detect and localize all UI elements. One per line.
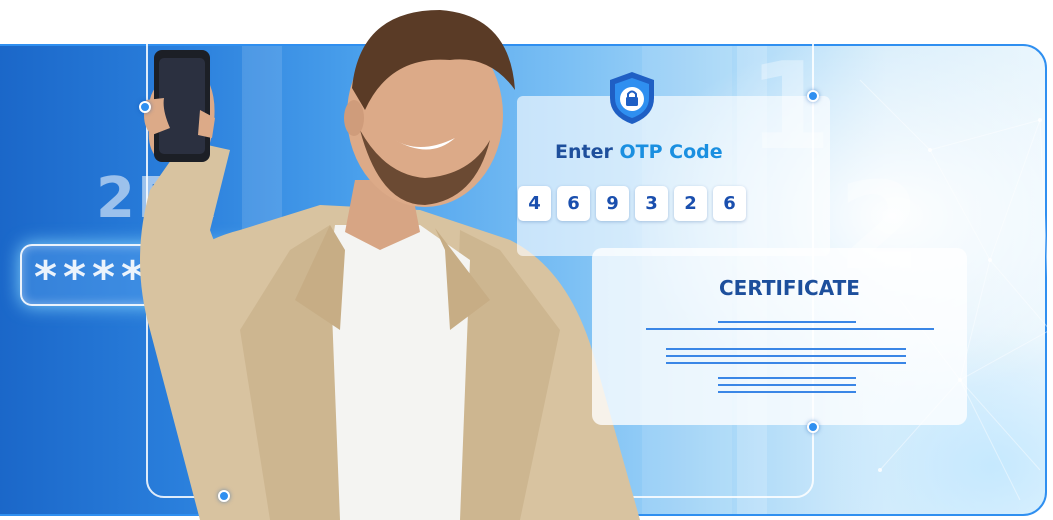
certificate-line <box>666 348 906 350</box>
certificate-line <box>666 355 906 357</box>
man-holding-phone-illustration <box>140 10 640 520</box>
otp-title-prefix: Enter <box>555 141 620 163</box>
otp-digit: 2 <box>674 186 707 221</box>
otp-digits: 4 6 9 3 2 6 <box>518 186 746 221</box>
connector-dot <box>139 101 151 113</box>
certificate-line <box>718 377 856 379</box>
connector-dot <box>807 90 819 102</box>
hero-banner: 1 2 2FA ****** <box>0 0 1053 520</box>
otp-digit: 6 <box>713 186 746 221</box>
otp-card <box>517 96 830 256</box>
connector-dot <box>807 421 819 433</box>
otp-digit: 9 <box>596 186 629 221</box>
otp-digit: 4 <box>518 186 551 221</box>
otp-title: Enter OTP Code <box>555 141 723 163</box>
certificate-line <box>646 328 934 330</box>
certificate-line <box>718 391 856 393</box>
certificate-line <box>718 384 856 386</box>
shield-lock-icon <box>610 72 654 124</box>
otp-title-accent: OTP Code <box>619 141 723 163</box>
certificate-card <box>592 248 967 425</box>
otp-digit: 6 <box>557 186 590 221</box>
otp-digit: 3 <box>635 186 668 221</box>
certificate-line <box>666 362 906 364</box>
certificate-line <box>718 321 856 323</box>
certificate-title: CERTIFICATE <box>719 276 860 300</box>
connector-dot <box>218 490 230 502</box>
